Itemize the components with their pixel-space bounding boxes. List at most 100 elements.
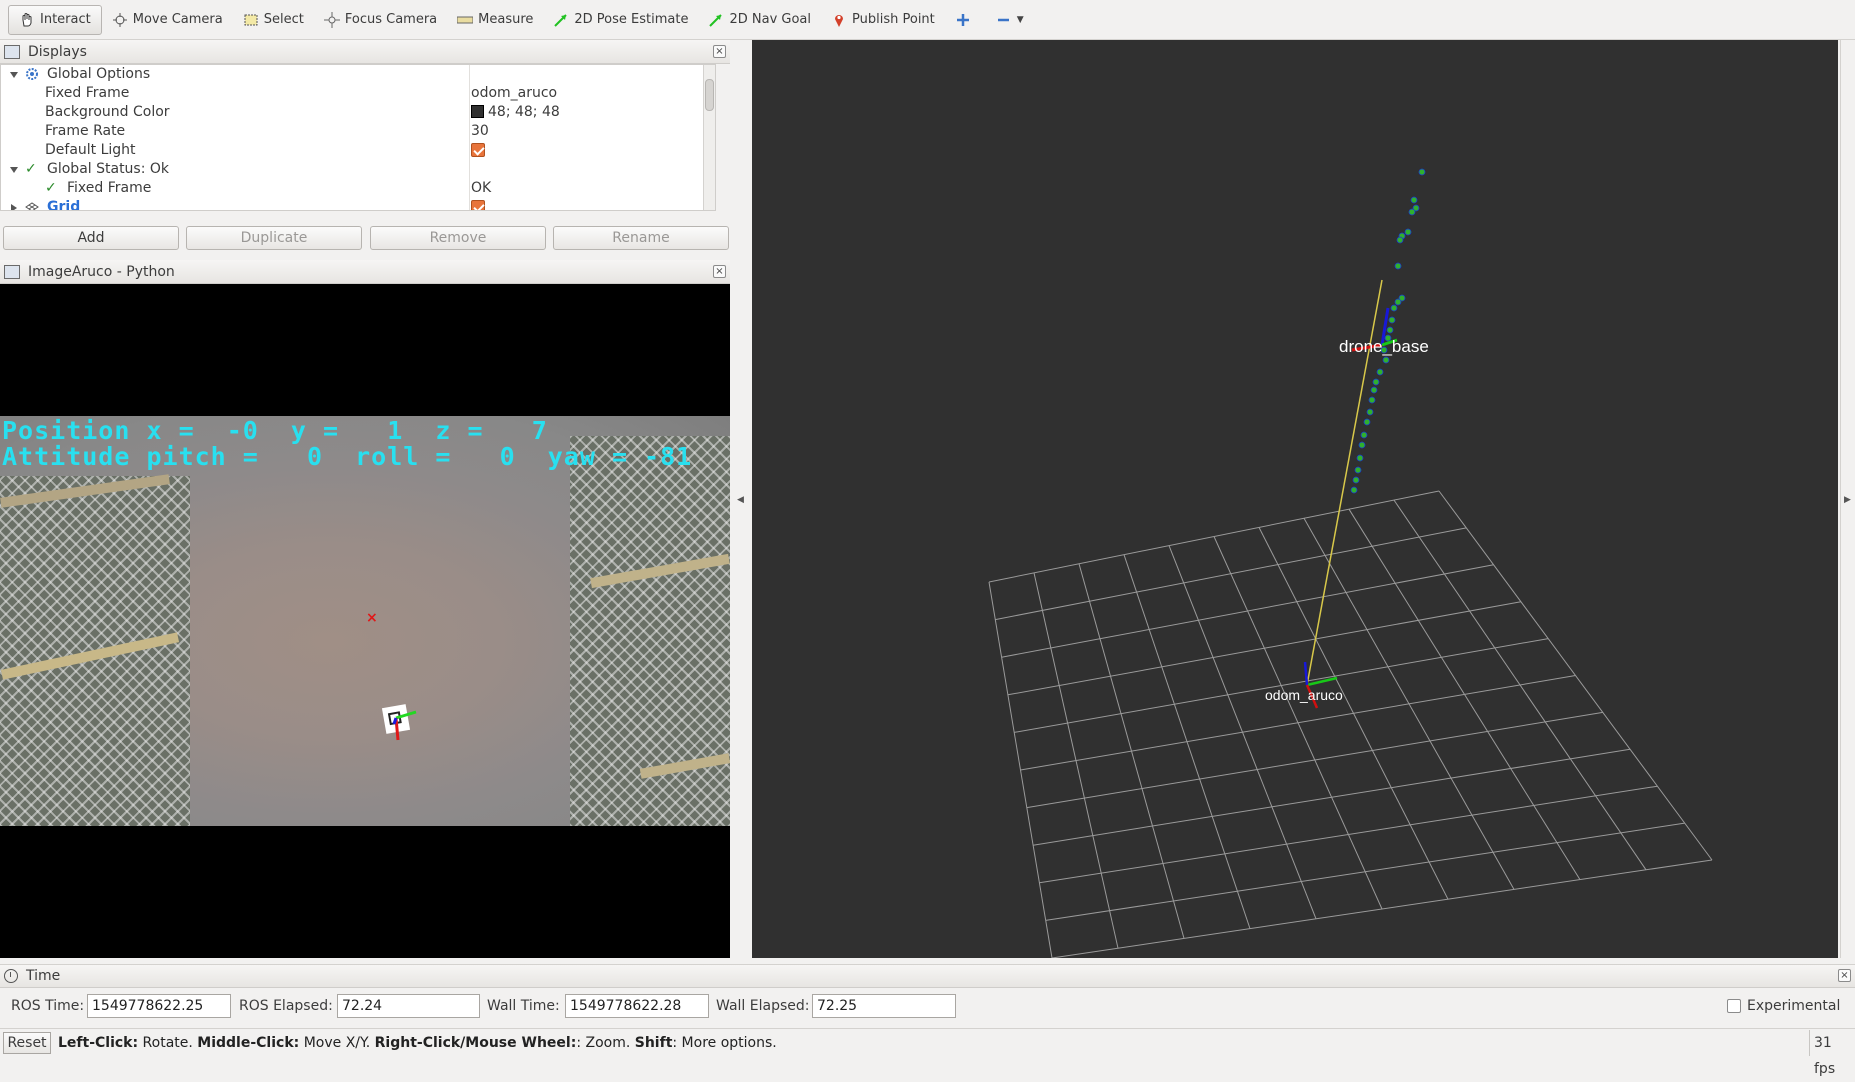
hint-key: Left-Click: — [58, 1035, 139, 1051]
trajectory-point — [1356, 454, 1364, 462]
nav-goal-tool-button[interactable]: 2D Nav Goal — [698, 5, 821, 35]
tree-row-default-light[interactable]: Default Light — [1, 141, 715, 161]
trajectory-point — [1366, 408, 1374, 416]
rename-button[interactable]: Rename — [553, 226, 729, 250]
collapse-left-arrow-icon[interactable]: ◀ — [737, 495, 744, 505]
trajectory-point — [1363, 418, 1371, 426]
fixed-frame-value[interactable]: odom_aruco — [471, 84, 557, 103]
tree-label: Default Light — [45, 142, 136, 158]
collapse-arrow-icon[interactable] — [11, 204, 17, 210]
tree-label: Frame Rate — [45, 123, 126, 139]
scene-svg: drone_base odom_aruco — [988, 168, 1713, 958]
trajectory-point — [1352, 476, 1360, 484]
move-camera-tool-button[interactable]: Move Camera — [102, 5, 233, 35]
trajectory-point — [1376, 368, 1384, 376]
tree-row-status-fixed-frame[interactable]: ✓ Fixed Frame OK — [1, 179, 715, 198]
image-panel-header: ImageAruco - Python — [0, 260, 730, 284]
displays-close-button[interactable]: × — [713, 45, 726, 58]
displays-tree: Global Options Fixed Frame odom_aruco Ba… — [0, 64, 716, 211]
gear-icon — [25, 65, 39, 85]
hint-key: Shift — [634, 1035, 673, 1051]
default-light-checkbox[interactable] — [471, 141, 485, 161]
measure-tool-button[interactable]: Measure — [447, 5, 543, 35]
ros-time-field[interactable]: 1549778622.25 — [87, 994, 231, 1018]
background-color-value[interactable]: 48; 48; 48 — [471, 103, 560, 122]
tree-label: Fixed Frame — [67, 180, 152, 196]
hint-key: Middle-Click: — [197, 1035, 300, 1051]
camera-image-view[interactable]: Position x = -0 y = 1 z = 7 Attitude pit… — [0, 284, 730, 958]
nav-arrow-icon — [708, 12, 724, 28]
trajectory-point — [1394, 262, 1402, 270]
tree-row-fixed-frame[interactable]: Fixed Frame odom_aruco — [1, 84, 715, 103]
trajectory-point — [1388, 316, 1396, 324]
interact-label: Interact — [40, 12, 91, 27]
image-panel-close-button[interactable]: × — [713, 265, 726, 278]
tree-scrollbar[interactable] — [703, 65, 715, 210]
focus-camera-label: Focus Camera — [344, 12, 438, 27]
tree-label: Background Color — [45, 104, 170, 120]
tree-row-global-status[interactable]: ✓ Global Status: Ok — [1, 160, 715, 179]
nav-goal-label: 2D Nav Goal — [729, 12, 812, 27]
position-overlay: Position x = -0 y = 1 z = 7 — [2, 416, 548, 445]
focus-camera-tool-button[interactable]: Focus Camera — [314, 5, 447, 35]
trajectory-point — [1370, 386, 1378, 394]
time-panel: Time × ROS Time: 1549778622.25 ROS Elaps… — [0, 964, 1855, 1024]
tree-row-background-color[interactable]: Background Color 48; 48; 48 — [1, 103, 715, 122]
reset-button[interactable]: Reset — [3, 1032, 51, 1054]
collapse-right-arrow-icon[interactable]: ▶ — [1844, 495, 1851, 505]
duplicate-button[interactable]: Duplicate — [186, 226, 362, 250]
remove-tool-menu-button[interactable]: ▼ — [986, 5, 1034, 35]
wall-elapsed-label: Wall Elapsed: — [716, 998, 810, 1014]
move-camera-label: Move Camera — [132, 12, 223, 27]
grid-icon — [25, 198, 39, 210]
image-panel: ImageAruco - Python × Position x = -0 y … — [0, 260, 730, 958]
left-dock-splitter[interactable]: ◀ — [733, 40, 751, 958]
ros-time-label: ROS Time: — [11, 998, 85, 1014]
image-panel-title: ImageAruco - Python — [28, 263, 175, 280]
wall-time-field[interactable]: 1549778622.28 — [565, 994, 709, 1018]
add-tool-button[interactable] — [945, 5, 986, 35]
trajectory-point — [1354, 466, 1362, 474]
trajectory-point — [1418, 168, 1426, 176]
frame-rate-value[interactable]: 30 — [471, 122, 489, 141]
attitude-overlay: Attitude pitch = 0 roll = 0 yaw = -81 — [2, 442, 693, 471]
tree-label: Global Status: Ok — [47, 161, 170, 177]
experimental-checkbox[interactable] — [1727, 999, 1741, 1013]
pose-estimate-tool-button[interactable]: 2D Pose Estimate — [543, 5, 698, 35]
expand-arrow-icon[interactable] — [10, 167, 18, 173]
color-swatch — [471, 105, 484, 118]
render-3d-view[interactable]: drone_base odom_aruco — [752, 40, 1838, 958]
fps-counter: 31 fps — [1809, 1030, 1855, 1077]
interact-tool-button[interactable]: Interact — [8, 4, 102, 35]
wall-elapsed-field[interactable]: 72.25 — [812, 994, 956, 1018]
tree-row-frame-rate[interactable]: Frame Rate 30 — [1, 122, 715, 141]
image-icon — [4, 264, 20, 279]
hint-text: Move X/Y. — [299, 1035, 375, 1051]
trajectory-point — [1368, 396, 1376, 404]
tree-row-grid[interactable]: Grid — [1, 198, 715, 210]
grid-line — [1303, 518, 1515, 890]
trajectory-point — [1404, 228, 1412, 236]
grid-line — [1258, 527, 1449, 900]
right-dock-splitter[interactable]: ▶ — [1840, 40, 1855, 958]
tree-label: Fixed Frame — [45, 85, 130, 101]
tree-row-global-options[interactable]: Global Options — [1, 65, 715, 85]
hint-text: : Zoom. — [576, 1035, 635, 1051]
grid-line — [1393, 499, 1647, 871]
publish-point-tool-button[interactable]: Publish Point — [821, 5, 945, 35]
hand-icon — [19, 12, 35, 28]
ros-elapsed-field[interactable]: 72.24 — [337, 994, 480, 1018]
add-button[interactable]: Add — [3, 226, 179, 250]
measure-label: Measure — [478, 12, 534, 27]
mouse-hint: Left-Click: Rotate. Middle-Click: Move X… — [58, 1035, 777, 1051]
trajectory-point — [1372, 378, 1380, 386]
grid-checkbox[interactable] — [471, 198, 485, 210]
time-close-button[interactable]: × — [1838, 969, 1851, 982]
ground-grid — [988, 490, 1713, 958]
select-tool-button[interactable]: Select — [233, 5, 314, 35]
status-value: OK — [471, 180, 492, 196]
remove-button[interactable]: Remove — [370, 226, 546, 250]
wall-time-label: Wall Time: — [487, 998, 560, 1014]
expand-arrow-icon[interactable] — [10, 72, 18, 78]
trajectory-point — [1408, 208, 1416, 216]
